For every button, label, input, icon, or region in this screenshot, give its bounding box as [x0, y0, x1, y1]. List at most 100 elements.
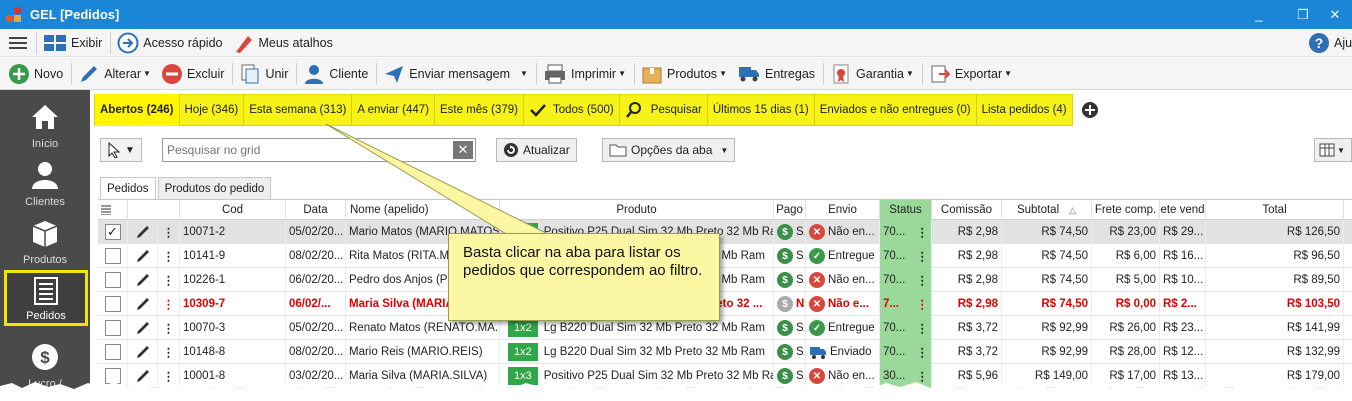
row-checkbox[interactable]: ✓: [104, 224, 121, 240]
close-button[interactable]: ✕: [1318, 0, 1352, 29]
column-chooser-button[interactable]: ▼: [1314, 138, 1352, 162]
col-header-frete-comp[interactable]: Frete comp.: [1092, 200, 1160, 220]
col-header-frete-vend[interactable]: ete vend: [1160, 200, 1206, 220]
nav-item-lucro[interactable]: $ Lucro /: [0, 334, 90, 390]
list-icon: [34, 277, 58, 305]
cliente-button[interactable]: Cliente: [299, 58, 374, 89]
hamburger-menu-button[interactable]: [0, 29, 34, 56]
edit-row-button[interactable]: [128, 340, 158, 364]
tab-este-mes[interactable]: Este mês (379): [433, 94, 523, 126]
edit-row-button[interactable]: [128, 244, 158, 268]
exibir-button[interactable]: Exibir: [39, 29, 108, 56]
date-cell: 08/02/20...: [286, 244, 346, 268]
row-menu-button[interactable]: ⋮: [158, 220, 180, 244]
status-value: 70...: [883, 274, 906, 286]
nav-item-clientes[interactable]: Clientes: [0, 152, 90, 212]
col-header-subtotal[interactable]: Subtotal △: [1002, 200, 1092, 220]
col-header-comissao[interactable]: Comissão: [932, 200, 1002, 220]
table-row[interactable]: ⋮ 10226-1 06/02/20... Pedro dos Anjos (P…: [98, 268, 1352, 292]
clear-search-button[interactable]: ✕: [453, 141, 473, 159]
refresh-icon: [504, 143, 518, 157]
tab-lista-pedidos[interactable]: Lista pedidos (4): [975, 94, 1072, 126]
cod-cell: 10226-1: [180, 268, 286, 292]
status-menu-button[interactable]: ⋮: [917, 321, 929, 335]
row-menu-button[interactable]: ⋮: [158, 340, 180, 364]
tab-ultimos-15-dias[interactable]: Últimos 15 dias (1): [706, 94, 814, 126]
acesso-rapido-button[interactable]: Acesso rápido: [113, 29, 228, 56]
dollar-icon: $: [777, 344, 793, 360]
enviar-mensagem-button[interactable]: Enviar mensagem ▼: [379, 58, 534, 89]
edit-row-button[interactable]: [128, 316, 158, 340]
row-checkbox[interactable]: [104, 248, 121, 264]
status-menu-button[interactable]: ⋮: [917, 297, 929, 311]
table-row[interactable]: ⋮ 10309-7 06/02/... Maria Silva (MARIA.S…: [98, 292, 1352, 316]
unir-button[interactable]: Unir: [235, 58, 294, 89]
excluir-button[interactable]: Excluir: [157, 58, 231, 89]
entregas-button[interactable]: Entregas: [733, 58, 821, 89]
tab-options-button[interactable]: Opções da aba ▼: [602, 138, 736, 162]
col-header-envio[interactable]: Envio: [806, 200, 880, 220]
edit-row-button[interactable]: [128, 364, 158, 388]
exportar-button[interactable]: Exportar ▼: [925, 58, 1018, 89]
row-checkbox[interactable]: [104, 296, 121, 312]
imprimir-button[interactable]: Imprimir ▼: [539, 58, 632, 89]
product-name: Positivo P25 Dual Sim 32 Mb Preto 32 Mb …: [543, 370, 774, 382]
row-checkbox[interactable]: [104, 272, 121, 288]
help-button[interactable]: ? Aju: [1304, 29, 1352, 56]
row-checkbox-cell: [98, 316, 128, 340]
nav-item-pedidos[interactable]: Pedidos: [4, 270, 88, 326]
edit-row-button[interactable]: [128, 220, 158, 244]
table-row[interactable]: ✓ ⋮ 10071-2 05/02/20... Mario Matos (MAR…: [98, 220, 1352, 244]
row-checkbox[interactable]: [104, 368, 121, 384]
refresh-button[interactable]: Atualizar: [496, 138, 577, 162]
tab-produtos-do-pedido[interactable]: Produtos do pedido: [157, 177, 272, 199]
row-menu-button[interactable]: ⋮: [158, 244, 180, 268]
col-header-nome[interactable]: Nome (apelido): [346, 200, 500, 220]
col-header-cod[interactable]: Cod: [180, 200, 286, 220]
edit-row-button[interactable]: [128, 292, 158, 316]
table-row[interactable]: ⋮ 10148-8 08/02/20... Mario Reis (MARIO.…: [98, 340, 1352, 364]
minimize-button[interactable]: _: [1238, 0, 1280, 29]
table-row[interactable]: ⋮ 10070-3 05/02/20... Renato Matos (RENA…: [98, 316, 1352, 340]
nav-item-produtos[interactable]: Produtos: [0, 210, 90, 270]
row-selector-header[interactable]: [98, 200, 128, 220]
alterar-button[interactable]: Alterar ▼: [74, 58, 157, 89]
tab-pesquisar[interactable]: Pesquisar: [618, 94, 707, 126]
col-header-pago[interactable]: Pago: [774, 200, 806, 220]
col-header-status[interactable]: Status: [880, 200, 932, 220]
selection-mode-button[interactable]: ▼: [100, 138, 142, 162]
novo-button[interactable]: Novo: [0, 58, 69, 89]
tab-pedidos[interactable]: Pedidos: [100, 177, 156, 199]
garantia-button[interactable]: Garantia ▼: [826, 58, 920, 89]
tab-enviados-nao-entregues[interactable]: Enviados e não entregues (0): [813, 94, 976, 126]
search-input[interactable]: [163, 139, 451, 161]
row-checkbox[interactable]: [104, 344, 121, 360]
row-menu-button[interactable]: ⋮: [158, 364, 180, 388]
col-header-total[interactable]: Total: [1206, 200, 1344, 220]
status-menu-button[interactable]: ⋮: [917, 369, 929, 383]
status-menu-button[interactable]: ⋮: [917, 345, 929, 359]
col-header-produto[interactable]: Produto: [500, 200, 774, 220]
edit-row-button[interactable]: [128, 268, 158, 292]
status-menu-button[interactable]: ⋮: [917, 225, 929, 239]
tab-abertos[interactable]: Abertos (246): [95, 94, 179, 126]
nav-item-inicio[interactable]: Início: [0, 94, 90, 154]
col-header-data[interactable]: Data: [286, 200, 346, 220]
row-checkbox[interactable]: [104, 320, 121, 336]
tab-todos[interactable]: Todos (500): [522, 94, 619, 126]
produtos-button[interactable]: Produtos ▼: [637, 58, 733, 89]
tab-hoje[interactable]: Hoje (346): [178, 94, 244, 126]
seller-shipping-cell: R$ 2...: [1160, 292, 1206, 316]
add-tab-button[interactable]: [1077, 94, 1103, 126]
row-menu-button[interactable]: ⋮: [158, 268, 180, 292]
table-row[interactable]: ⋮ 10141-9 08/02/20... Rita Matos (RITA.M…: [98, 244, 1352, 268]
row-menu-button[interactable]: ⋮: [158, 292, 180, 316]
tab-esta-semana[interactable]: Esta semana (313): [243, 94, 351, 126]
tab-a-enviar[interactable]: A enviar (447): [351, 94, 434, 126]
status-menu-button[interactable]: ⋮: [917, 249, 929, 263]
meus-atalhos-button[interactable]: Meus atalhos: [228, 29, 338, 56]
shipping-cell: ✓ Entregue: [806, 316, 880, 340]
status-menu-button[interactable]: ⋮: [917, 273, 929, 287]
table-row[interactable]: ⋮ 10001-8 03/02/20... Maria Silva (MARIA…: [98, 364, 1352, 388]
row-menu-button[interactable]: ⋮: [158, 316, 180, 340]
